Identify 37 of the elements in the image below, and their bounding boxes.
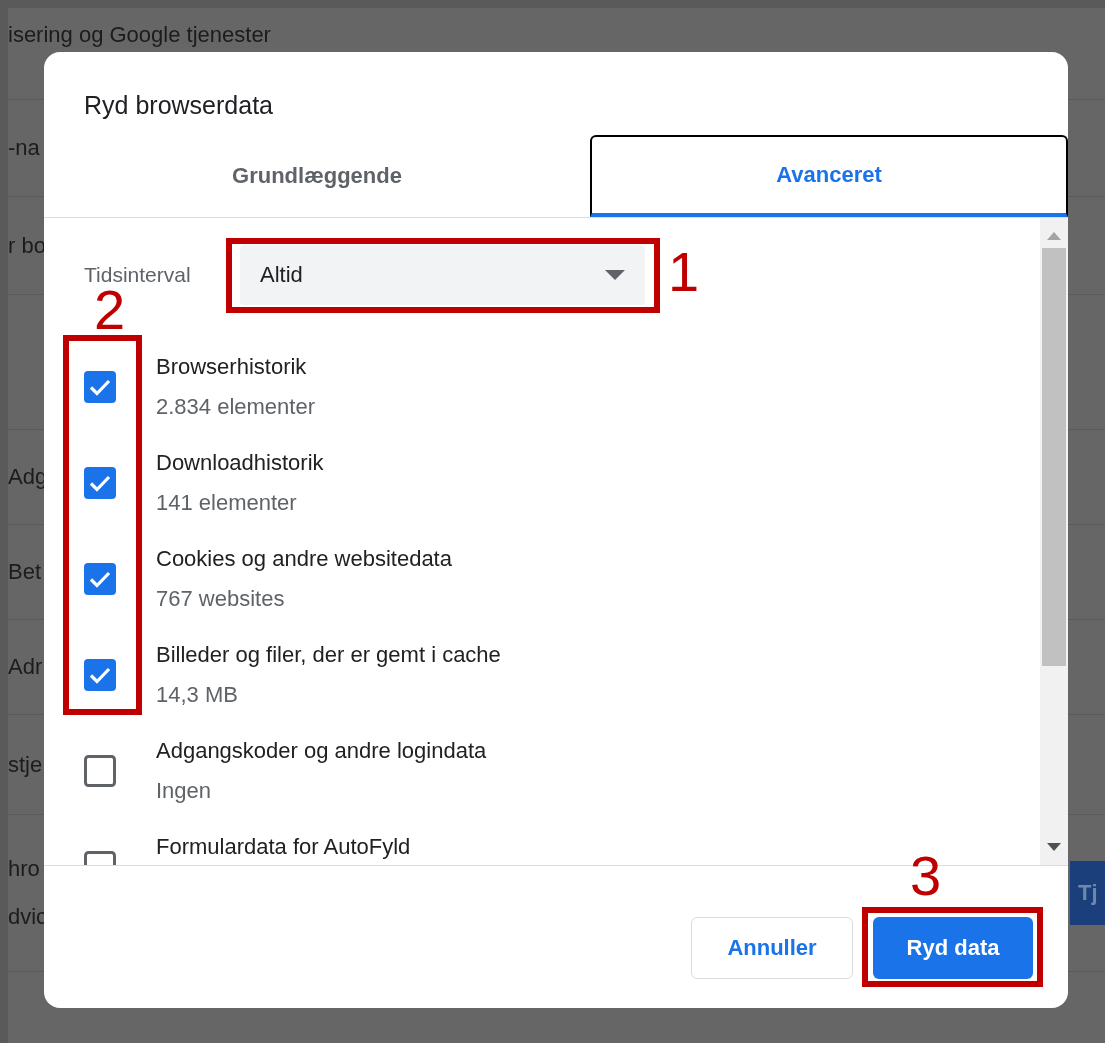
scroll-down-icon[interactable] <box>1047 843 1061 851</box>
item-title: Formulardata for AutoFyld <box>156 833 411 861</box>
background-button[interactable]: Tj <box>1070 861 1105 925</box>
caret-icon <box>605 270 625 280</box>
item-title: Downloadhistorik <box>156 449 324 477</box>
item-detail: 14,3 MB <box>156 681 239 709</box>
scrollbar-thumb[interactable] <box>1042 248 1066 666</box>
item-title: Browserhistorik <box>156 353 308 381</box>
cancel-button[interactable]: Annuller <box>691 917 853 979</box>
background-text: Bet <box>8 558 42 586</box>
background-text: r bo <box>8 231 46 260</box>
checkbox[interactable] <box>84 467 116 499</box>
item-title: Adgangskoder og andre logindata <box>156 737 487 765</box>
checkbox[interactable] <box>84 755 116 787</box>
clear-data-button[interactable]: Ryd data <box>873 917 1033 979</box>
checkbox[interactable] <box>84 371 116 403</box>
checkbox[interactable] <box>84 563 116 595</box>
item-detail: 2.834 elementer <box>156 393 315 421</box>
tab[interactable]: Avanceret <box>590 135 1068 217</box>
background-text: hro <box>8 855 41 883</box>
item-detail: Ingen <box>156 777 213 805</box>
background-text: isering og Google tjenester <box>8 21 271 49</box>
background-text: stje <box>8 750 43 779</box>
background-text: dvic <box>8 903 48 931</box>
checkbox[interactable] <box>84 659 116 691</box>
time-range-dropdown[interactable]: Altid <box>240 245 645 305</box>
annotation-number: 1 <box>668 244 700 300</box>
item-detail: 141 elementer <box>156 489 298 517</box>
item-title: Billeder og filer, der er gemt i cache <box>156 641 501 669</box>
tab[interactable]: Grundlæggende <box>44 135 590 217</box>
item-detail: 767 websites <box>156 585 286 613</box>
dialog-title: Ryd browserdata <box>84 90 273 120</box>
scrollbar[interactable] <box>1040 218 1068 865</box>
annotation-number: 3 <box>910 848 942 904</box>
item-title: Cookies og andre websitedata <box>156 545 452 573</box>
background-text: Adr <box>8 653 43 681</box>
background-text: -na <box>8 134 40 162</box>
